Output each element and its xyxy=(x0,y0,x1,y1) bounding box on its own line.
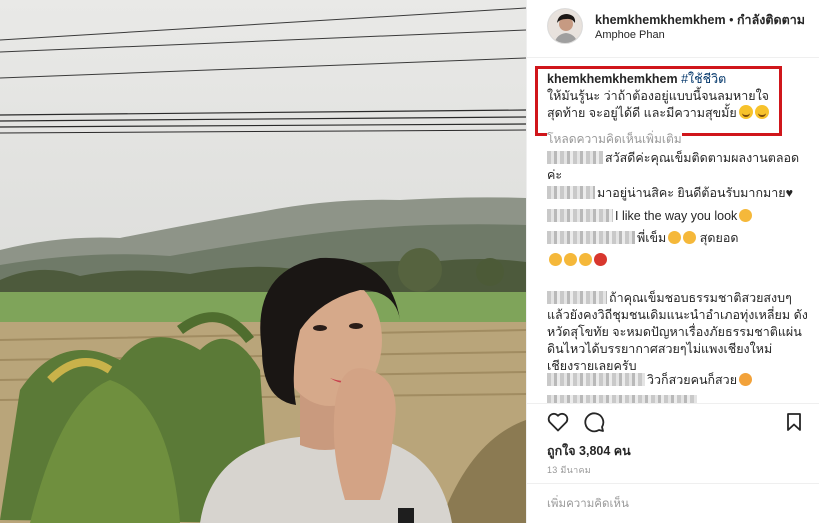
caption-text: ให้มันรู้นะ ว่าถ้าต้องอยู่แบบนี้จนลมหายใ… xyxy=(547,89,770,120)
comment-item-partial xyxy=(547,394,809,403)
blurred-comment xyxy=(547,395,697,403)
post-photo[interactable] xyxy=(0,0,526,523)
rose-emoji-icon xyxy=(594,253,607,266)
header-username[interactable]: khemkhemkhemkhem xyxy=(595,13,726,27)
comment-item: สวัสดีค่ะคุณเข็มติดตามผลงานตลอดค่ะ xyxy=(547,150,809,184)
yum-emoji-icon xyxy=(668,231,682,244)
caption-hashtag[interactable]: #ใช้ชีวิต xyxy=(681,72,726,86)
comment-item: I like the way you look xyxy=(547,208,809,225)
save-button[interactable] xyxy=(782,410,806,434)
comment-item: มาอยู่น่านสิคะ ยินดีต้อนรับมากมาย♥ xyxy=(547,185,809,202)
bookmark-icon xyxy=(787,413,801,431)
post-photo-scene xyxy=(0,0,526,523)
comment-emoji-row xyxy=(547,252,809,269)
caption-username[interactable]: khemkhemkhemkhem xyxy=(547,72,678,86)
caption: khemkhemkhemkhem #ใช้ชีวิต ให้มันรู้นะ ว… xyxy=(547,71,787,122)
post-location[interactable]: Amphoe Phan xyxy=(595,29,665,41)
post-header: khemkhemkhemkhem • กำลังติดตาม Amphoe Ph… xyxy=(527,0,819,58)
post-actions xyxy=(527,403,819,439)
blurred-username xyxy=(547,186,595,199)
add-comment-input[interactable] xyxy=(547,494,797,514)
comment-button[interactable] xyxy=(582,410,606,434)
comment-item: พี่เข็ม สุดยอด xyxy=(547,230,809,247)
header-separator: • xyxy=(729,13,734,27)
grin-emoji-icon xyxy=(564,253,577,266)
blurred-username xyxy=(547,373,645,386)
header-user-line: khemkhemkhemkhem • กำลังติดตาม xyxy=(595,10,805,30)
heart-eyes-emoji-icon xyxy=(739,373,753,386)
blurred-username xyxy=(547,151,603,164)
comment-text: I like the way you look xyxy=(615,209,738,223)
comment-text-extra: สุดยอด xyxy=(699,231,739,245)
likes-count[interactable]: ถูกใจ 3,804 คน xyxy=(547,441,631,461)
smile-emoji-icon xyxy=(754,105,769,119)
grin-emoji-icon xyxy=(549,253,562,266)
heart-emoji-icon: ♥ xyxy=(785,186,794,200)
hug-emoji-icon xyxy=(683,231,697,244)
like-button[interactable] xyxy=(546,410,570,434)
blurred-username xyxy=(547,291,607,304)
comment-icon xyxy=(584,412,605,433)
comment-text: พี่เข็ม xyxy=(637,231,667,245)
avatar-image xyxy=(548,9,582,43)
avatar[interactable] xyxy=(547,8,583,44)
grin-emoji-icon xyxy=(579,253,592,266)
heart-icon xyxy=(547,412,569,432)
comment-text: มาอยู่น่านสิคะ ยินดีต้อนรับมากมาย xyxy=(597,186,786,200)
comment-item: ถ้าคุณเข็มชอบธรรมชาติสวยสงบๆ แล้วยังคงวิ… xyxy=(547,290,809,375)
comment-item: วิวก็สวยคนก็สวย xyxy=(547,372,809,389)
comments-list[interactable]: khemkhemkhemkhem #ใช้ชีวิต ให้มันรู้นะ ว… xyxy=(527,58,819,403)
smirk-emoji-icon xyxy=(739,209,753,222)
blurred-username xyxy=(547,209,613,222)
blurred-username xyxy=(547,231,635,244)
post-date[interactable]: 13 มีนาคม xyxy=(547,463,591,477)
load-more-comments-link[interactable]: โหลดความคิดเห็นเพิ่มเติม xyxy=(547,130,682,149)
comment-text: วิวก็สวยคนก็สวย xyxy=(647,373,738,387)
following-button[interactable]: กำลังติดตาม xyxy=(737,13,805,27)
grin-emoji-icon xyxy=(738,105,753,119)
add-comment-bar xyxy=(527,483,819,523)
post-side-panel: khemkhemkhemkhem • กำลังติดตาม Amphoe Ph… xyxy=(526,0,819,523)
